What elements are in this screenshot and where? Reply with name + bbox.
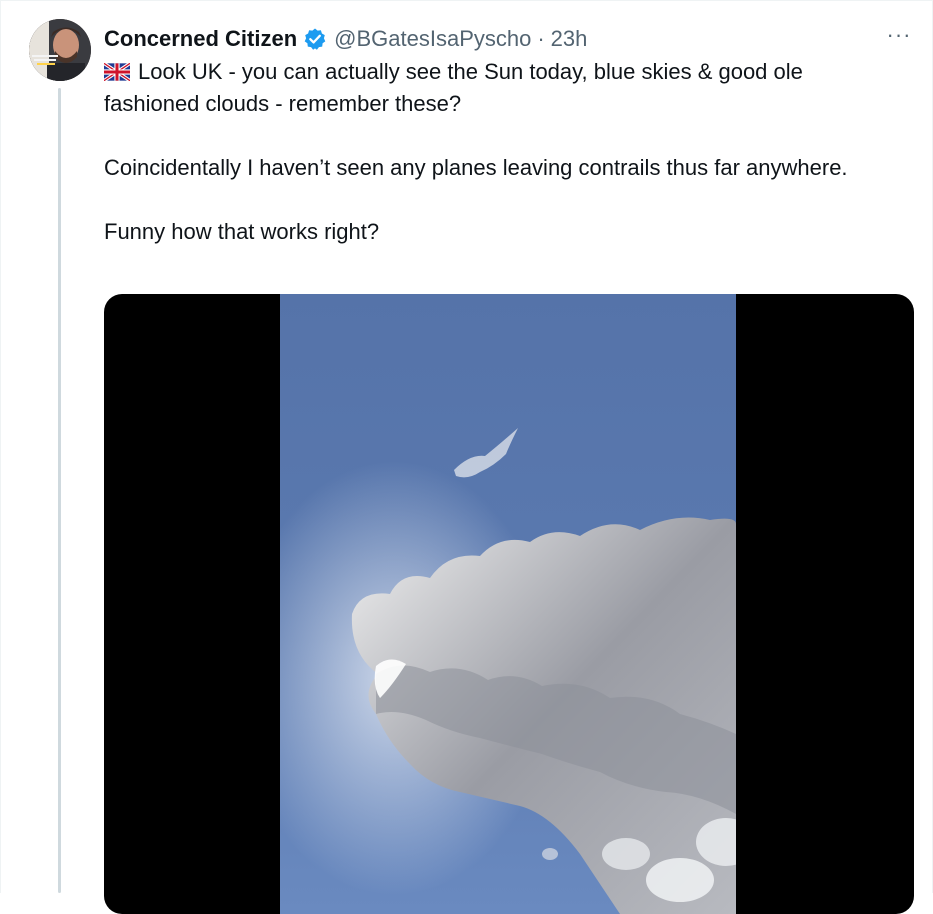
verified-badge-icon[interactable]: [303, 27, 327, 51]
tweet-paragraph-1: Look UK - you can actually see the Sun t…: [104, 59, 803, 116]
frame-left-border: [0, 0, 1, 893]
thread-line: [58, 88, 61, 893]
avatar[interactable]: [29, 19, 91, 81]
tweet-header: Concerned Citizen @BGatesIsaPyscho · 23h: [104, 24, 587, 54]
header-separator: ·: [537, 26, 545, 51]
display-name[interactable]: Concerned Citizen: [104, 24, 297, 54]
frame-top-border: [0, 0, 933, 1]
avatar-image: [29, 19, 91, 81]
user-handle[interactable]: @BGatesIsaPyscho: [334, 24, 531, 54]
timestamp[interactable]: 23h: [551, 24, 588, 54]
more-options-icon[interactable]: ···: [884, 24, 914, 49]
tweet-paragraph-2: Coincidentally I haven’t seen any planes…: [104, 155, 848, 180]
video-player[interactable]: [104, 294, 914, 914]
tweet-paragraph: Look UK - you can actually see the Sun t…: [103, 56, 894, 120]
tweet-paragraph-3: Funny how that works right?: [104, 219, 380, 244]
uk-flag-icon: [103, 58, 131, 83]
tweet-text: Look UK - you can actually see the Sun t…: [103, 56, 894, 248]
sky-video-frame: [280, 294, 736, 914]
